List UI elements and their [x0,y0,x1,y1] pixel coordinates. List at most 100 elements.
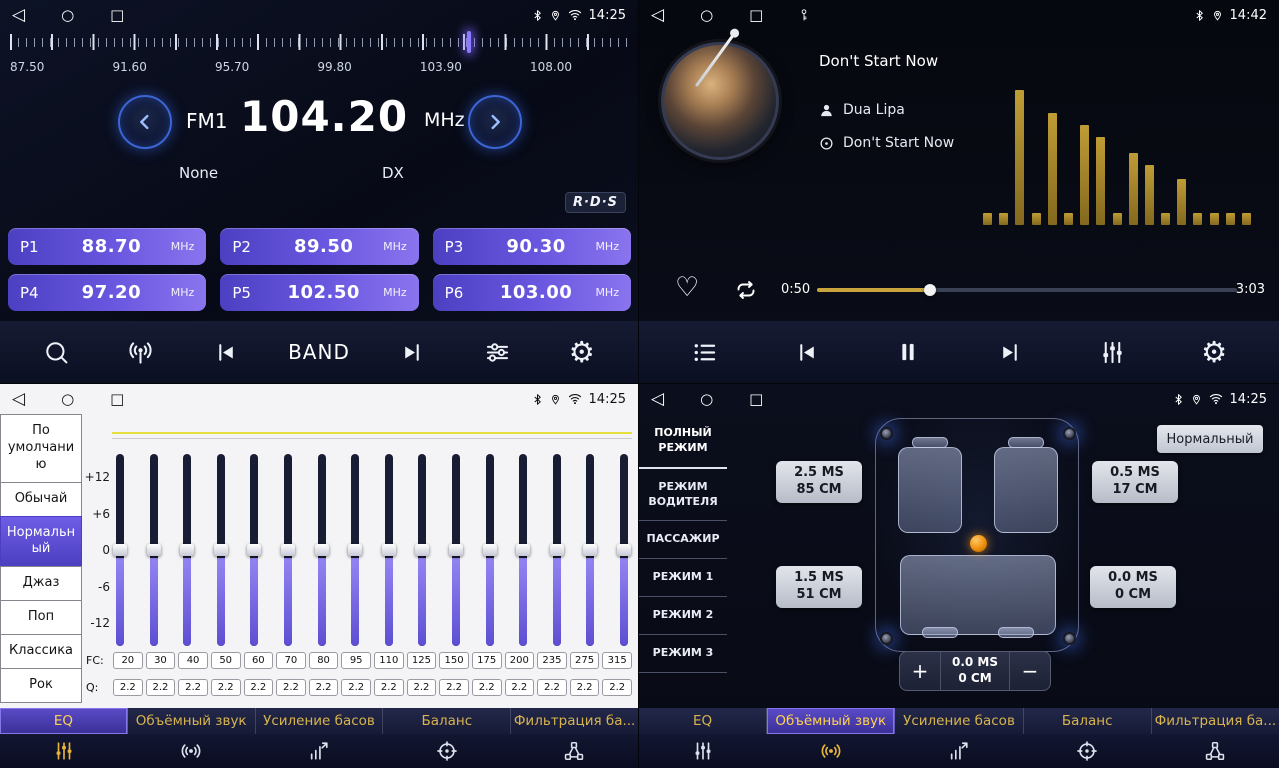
eq-slider-handle[interactable] [180,544,194,556]
eq-slider-handle[interactable] [281,544,295,556]
eq-band-slider[interactable] [282,454,294,646]
home-button[interactable]: ○ [700,392,713,407]
favorite-button[interactable]: ♡ [675,272,699,303]
surround-mode-item[interactable]: ПОЛНЫЙ РЕЖИМ [639,415,727,469]
player-progress-thumb[interactable] [924,284,936,296]
tuner-indicator[interactable] [467,31,471,53]
eq-band-slider[interactable] [349,454,361,646]
eq-preset-item[interactable]: Обычай [0,482,82,517]
eq-slider-handle[interactable] [214,544,228,556]
tuner-frequency-scale[interactable]: 87.50 91.60 95.70 99.80 103.90 108.00 [10,34,628,80]
back-button[interactable]: ◁ [12,391,25,408]
key-icon[interactable] [799,8,809,22]
eq-sliders-icon[interactable] [639,734,767,768]
eq-slider-handle[interactable] [382,544,396,556]
eq-band-slider[interactable] [517,454,529,646]
back-button[interactable]: ◁ [651,7,664,24]
delay-decrease-button[interactable]: − [1010,652,1050,690]
recents-button[interactable]: □ [110,8,124,23]
recents-button[interactable]: □ [749,8,763,23]
bass-boost-icon[interactable] [255,734,383,768]
preset-button-p3[interactable]: P3 90.30 MHz [433,228,631,265]
preset-button-p6[interactable]: P6 103.00 MHz [433,274,631,311]
eq-slider-handle[interactable] [583,544,597,556]
eq-slider-handle[interactable] [247,544,261,556]
back-button[interactable]: ◁ [651,391,664,408]
scan-button[interactable] [34,339,78,366]
pause-button[interactable] [886,339,930,365]
rear-right-speaker-icon[interactable] [1063,632,1076,645]
settings-gear-button[interactable]: ⚙ [560,338,604,367]
audio-tab-crossover-filter[interactable]: Фильтрация ба... [511,708,638,734]
surround-mode-item[interactable]: РЕЖИМ 2 [639,597,727,635]
surround-speaker-icon[interactable] [767,734,895,768]
audio-tab-surround-speaker[interactable]: Объёмный звук [767,708,895,734]
surround-speaker-icon[interactable] [128,734,256,768]
audio-tab-bass-boost[interactable]: Усиление басов [895,708,1023,734]
eq-slider-handle[interactable] [348,544,362,556]
eq-band-slider[interactable] [148,454,160,646]
eq-slider-handle[interactable] [550,544,564,556]
eq-preset-item[interactable]: Поп [0,600,82,635]
eq-band-slider[interactable] [248,454,260,646]
preset-button-p1[interactable]: P1 88.70 MHz [8,228,206,265]
preset-button-p4[interactable]: P4 97.20 MHz [8,274,206,311]
crossover-filter-icon[interactable] [510,734,638,768]
recents-button[interactable]: □ [749,392,763,407]
next-track-button[interactable] [988,340,1032,365]
seek-next-button[interactable] [390,340,434,365]
rear-left-delay-chip[interactable]: 1.5 MS 51 CM [776,566,862,608]
rear-left-speaker-icon[interactable] [880,632,893,645]
playlist-button[interactable] [682,339,726,366]
eq-band-slider[interactable] [215,454,227,646]
eq-band-slider[interactable] [181,454,193,646]
front-left-speaker-icon[interactable] [880,427,893,440]
preset-button-p2[interactable]: P2 89.50 MHz [220,228,418,265]
listening-position-ball[interactable] [970,535,987,552]
eq-preset-item[interactable]: Нормальный [0,516,82,568]
home-button[interactable]: ○ [61,8,74,23]
tune-up-button[interactable] [468,95,522,149]
bass-boost-icon[interactable] [895,734,1023,768]
eq-preset-item[interactable]: Джаз [0,566,82,601]
eq-preset-item[interactable]: Рок [0,668,82,703]
home-button[interactable]: ○ [700,8,713,23]
broadcast-button[interactable] [119,339,163,366]
preset-button-p5[interactable]: P5 102.50 MHz [220,274,418,311]
balance-target-icon[interactable] [1023,734,1151,768]
rear-right-delay-chip[interactable]: 0.0 MS 0 CM [1090,566,1176,608]
surround-preset-button[interactable]: Нормальный [1157,425,1263,453]
eq-band-slider[interactable] [484,454,496,646]
tune-down-button[interactable] [118,95,172,149]
front-right-speaker-icon[interactable] [1063,427,1076,440]
recents-button[interactable]: □ [110,392,124,407]
eq-band-slider[interactable] [114,454,126,646]
eq-band-slider[interactable] [551,454,563,646]
audio-tab-balance-target[interactable]: Баланс [1024,708,1152,734]
seek-previous-button[interactable] [203,340,247,365]
eq-slider-handle[interactable] [617,544,631,556]
settings-gear-button[interactable]: ⚙ [1192,338,1236,367]
audio-tab-eq-sliders[interactable]: EQ [639,708,767,734]
eq-slider-handle[interactable] [483,544,497,556]
eq-preset-item[interactable]: По умолчанию [0,414,82,483]
eq-slider-handle[interactable] [147,544,161,556]
eq-slider-handle[interactable] [449,544,463,556]
eq-band-slider[interactable] [383,454,395,646]
front-right-delay-chip[interactable]: 0.5 MS 17 CM [1092,461,1178,503]
surround-mode-item[interactable]: РЕЖИМ 3 [639,635,727,673]
audio-tab-bass-boost[interactable]: Усиление басов [256,708,384,734]
eq-band-slider[interactable] [416,454,428,646]
front-left-delay-chip[interactable]: 2.5 MS 85 CM [776,461,862,503]
eq-band-slider[interactable] [584,454,596,646]
audio-tab-balance-target[interactable]: Баланс [383,708,511,734]
audio-tab-eq-sliders[interactable]: EQ [0,708,128,734]
eq-preset-item[interactable]: Классика [0,634,82,669]
back-button[interactable]: ◁ [12,7,25,24]
crossover-filter-icon[interactable] [1151,734,1279,768]
eq-slider-handle[interactable] [315,544,329,556]
album-art[interactable] [661,42,787,168]
band-button[interactable]: BAND [288,340,350,364]
repeat-button[interactable] [734,278,758,306]
surround-mode-item[interactable]: ПАССАЖИР [639,521,727,559]
